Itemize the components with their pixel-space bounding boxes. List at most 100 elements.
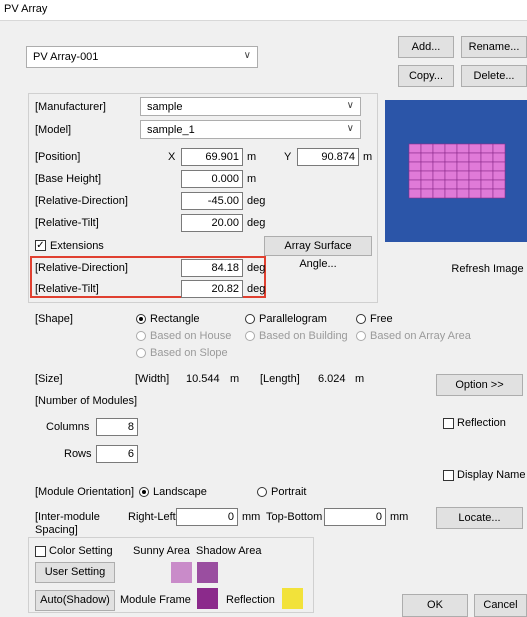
relative-direction-input[interactable]: -45.00 xyxy=(181,192,243,210)
based-on-slope-label: Based on Slope xyxy=(150,347,228,359)
preview-module xyxy=(456,170,470,181)
preview-module xyxy=(420,170,434,181)
preview-module xyxy=(432,161,446,172)
length-value: 6.024 xyxy=(318,373,346,385)
display-name-label: Display Name xyxy=(457,469,526,481)
preview-module xyxy=(468,188,482,199)
landscape-label: Landscape xyxy=(153,486,207,498)
free-radio[interactable] xyxy=(356,314,366,324)
preview-module xyxy=(444,143,458,154)
y-input[interactable]: 90.874 xyxy=(297,148,359,166)
preview-module xyxy=(456,161,470,172)
based-on-slope-radio[interactable] xyxy=(136,348,146,358)
preview-module xyxy=(432,152,446,163)
preview-module xyxy=(480,161,494,172)
cancel-button[interactable]: Cancel xyxy=(474,594,527,617)
preview-module xyxy=(492,152,506,163)
preview-module xyxy=(408,170,422,181)
based-on-building-radio[interactable] xyxy=(245,331,255,341)
sunny-area-swatch[interactable] xyxy=(171,562,192,583)
preview-module xyxy=(456,152,470,163)
preview-module xyxy=(492,179,506,190)
rectangle-radio[interactable] xyxy=(136,314,146,324)
unit-label: deg xyxy=(247,262,266,274)
preview-module xyxy=(468,143,482,154)
based-on-house-radio[interactable] xyxy=(136,331,146,341)
manufacturer-select[interactable]: sample ∨ xyxy=(140,97,361,116)
model-select[interactable]: sample_1 ∨ xyxy=(140,120,361,139)
ext-relative-direction-input[interactable]: 84.18 xyxy=(181,259,243,277)
length-unit: m xyxy=(355,373,365,385)
preview-module xyxy=(492,161,506,172)
copy-button[interactable]: Copy... xyxy=(398,65,454,87)
module-frame-swatch[interactable] xyxy=(197,588,218,609)
preview-module xyxy=(468,179,482,190)
chevron-down-icon: ∨ xyxy=(243,50,251,61)
preview-module xyxy=(420,179,434,190)
columns-input[interactable]: 8 xyxy=(96,418,138,436)
y-label: Y xyxy=(284,151,292,163)
based-on-house-label: Based on House xyxy=(150,330,232,342)
preview-module xyxy=(408,188,422,199)
position-label: [Position] xyxy=(35,151,81,163)
inter-module-label: [Inter-module xyxy=(35,511,100,523)
preview-module xyxy=(456,188,470,199)
number-of-modules-label: [Number of Modules] xyxy=(35,395,138,407)
unit-label: m xyxy=(363,151,373,163)
shadow-area-swatch[interactable] xyxy=(197,562,218,583)
preview-module xyxy=(456,179,470,190)
preview-module xyxy=(444,152,458,163)
free-label: Free xyxy=(370,313,393,325)
reflection-checkbox[interactable] xyxy=(443,418,454,429)
portrait-label: Portrait xyxy=(271,486,307,498)
reflection-label: Reflection xyxy=(457,417,506,429)
relative-tilt-input[interactable]: 20.00 xyxy=(181,214,243,232)
base-height-input[interactable]: 0.000 xyxy=(181,170,243,188)
ext-relative-tilt-input[interactable]: 20.82 xyxy=(181,280,243,298)
sunny-area-label: Sunny Area xyxy=(133,545,190,557)
length-label: [Length] xyxy=(260,373,300,385)
preview-module xyxy=(408,143,422,154)
mm-unit: mm xyxy=(242,511,261,523)
based-on-array-area-radio[interactable] xyxy=(356,331,366,341)
rows-input[interactable]: 6 xyxy=(96,445,138,463)
preview-module xyxy=(432,170,446,181)
width-unit: m xyxy=(230,373,240,385)
preview-module xyxy=(444,161,458,172)
preview-module xyxy=(444,170,458,181)
portrait-radio[interactable] xyxy=(257,487,267,497)
preview-canvas xyxy=(385,100,527,242)
display-name-checkbox[interactable] xyxy=(443,470,454,481)
model-label: [Model] xyxy=(35,124,72,136)
reflection-color-swatch[interactable] xyxy=(282,588,303,609)
model-value: sample_1 xyxy=(147,124,195,136)
preview-module xyxy=(468,170,482,181)
user-setting-button[interactable]: User Setting xyxy=(35,562,115,583)
color-setting-checkbox[interactable] xyxy=(35,546,46,557)
unit-label: deg xyxy=(247,283,266,295)
x-input[interactable]: 69.901 xyxy=(181,148,243,166)
option-button[interactable]: Option >> xyxy=(436,374,523,396)
rows-label: Rows xyxy=(64,448,92,460)
rename-button[interactable]: Rename... xyxy=(461,36,527,58)
chevron-down-icon: ∨ xyxy=(346,100,354,111)
preview-module xyxy=(468,152,482,163)
chevron-down-icon: ∨ xyxy=(346,123,354,134)
preview-module xyxy=(408,179,422,190)
add-button[interactable]: Add... xyxy=(398,36,454,58)
top-bottom-input[interactable]: 0 xyxy=(324,508,386,526)
unit-label: deg xyxy=(247,195,266,207)
delete-button[interactable]: Delete... xyxy=(461,65,527,87)
auto-shadow-button[interactable]: Auto(Shadow) xyxy=(35,590,115,611)
landscape-radio[interactable] xyxy=(139,487,149,497)
locate-button[interactable]: Locate... xyxy=(436,507,523,529)
array-surface-angle-button[interactable]: Array Surface Angle... xyxy=(264,236,372,270)
ok-button[interactable]: OK xyxy=(402,594,468,617)
extensions-checkbox[interactable]: ✓ xyxy=(35,240,46,251)
based-on-array-area-label: Based on Array Area xyxy=(370,330,471,342)
parallelogram-radio[interactable] xyxy=(245,314,255,324)
array-select[interactable]: PV Array-001 ∨ xyxy=(26,46,258,68)
right-left-input[interactable]: 0 xyxy=(176,508,238,526)
unit-label: m xyxy=(247,151,257,163)
refresh-image-button[interactable]: Refresh Image xyxy=(448,258,527,280)
